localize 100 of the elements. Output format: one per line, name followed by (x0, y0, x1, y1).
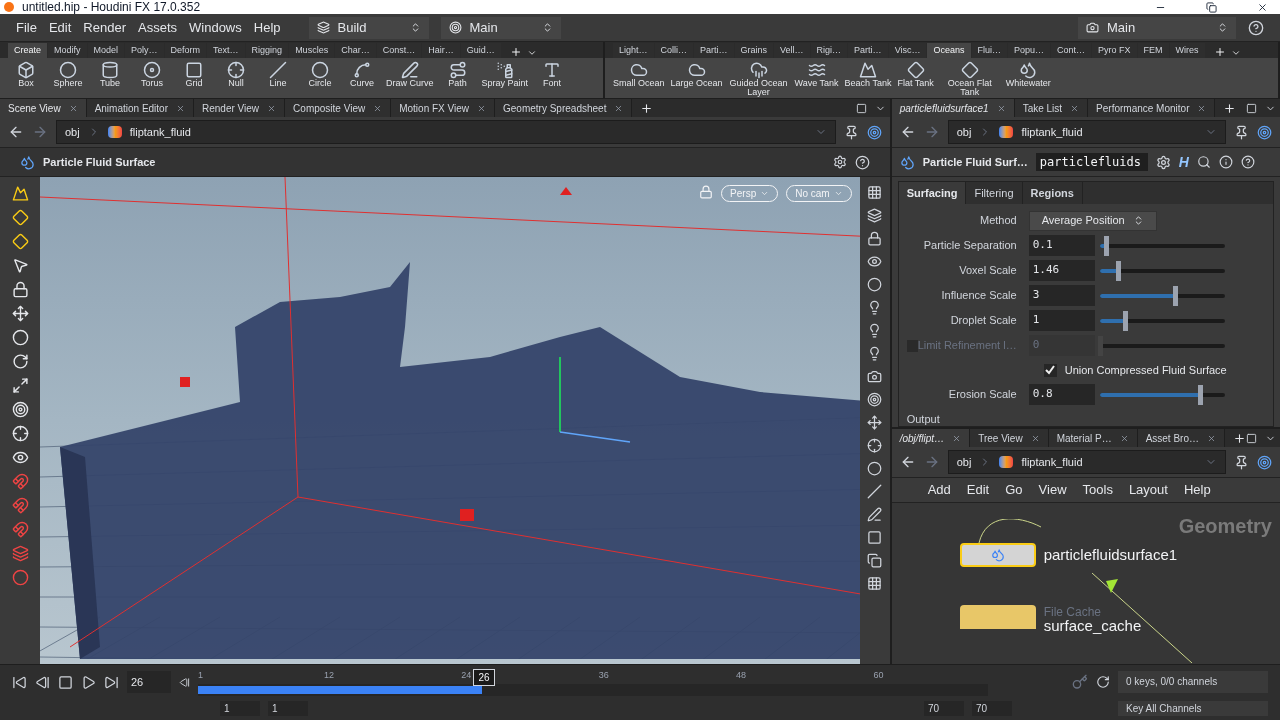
shelf-tool[interactable]: Sphere (50, 61, 86, 88)
mountain-icon[interactable] (11, 185, 29, 202)
take-dropdown[interactable]: Main (1078, 16, 1236, 39)
lock-icon[interactable] (11, 281, 29, 298)
value-field[interactable]: 1 (1028, 310, 1095, 331)
path-field[interactable]: obj fliptank_fluid (56, 120, 836, 144)
shelf-tool[interactable]: Beach Tank (844, 61, 892, 88)
shelf-tool[interactable]: Whitewater (1005, 61, 1051, 88)
dot-icon[interactable] (867, 461, 883, 476)
pin-icon[interactable] (1234, 454, 1249, 470)
end-frame-field[interactable]: 70 (972, 700, 1012, 716)
camera-icon[interactable] (867, 369, 883, 384)
path-root[interactable]: obj (956, 123, 972, 141)
node-name[interactable]: particlefluidsurface1 (1043, 543, 1178, 567)
shelf-tool[interactable]: Curve (344, 61, 380, 88)
context-dropdown[interactable]: Main (440, 16, 561, 39)
shelf-menu-icon[interactable] (1230, 48, 1241, 58)
display-options-icon[interactable] (832, 155, 847, 169)
magnet-icon[interactable] (11, 497, 29, 514)
square-icon[interactable] (867, 530, 883, 545)
menu-item[interactable]: Assets (138, 17, 177, 38)
pane-tab[interactable]: particlefluidsurface1 (891, 99, 1015, 117)
node-name-field[interactable]: particlefluids (1035, 153, 1148, 171)
menu-item[interactable]: Help (253, 17, 281, 38)
pane-tab[interactable]: Animation Editor (86, 99, 194, 117)
crosshair-icon[interactable] (11, 425, 29, 442)
parameter-tab[interactable]: Surfacing (898, 182, 967, 204)
node-name[interactable]: surface_cache (1043, 619, 1142, 633)
path-node[interactable]: fliptank_fluid (1021, 453, 1083, 471)
slider-thumb[interactable] (1172, 285, 1178, 306)
shelf-tool[interactable]: Tube (92, 61, 128, 88)
refresh-icon[interactable] (1096, 675, 1110, 689)
slider-track[interactable] (1099, 310, 1225, 331)
pane-tab[interactable]: Tree View (970, 429, 1049, 447)
slider-track[interactable] (1099, 285, 1225, 306)
step-back-icon[interactable] (35, 674, 50, 690)
path-root[interactable]: obj (956, 453, 972, 471)
slider-track[interactable] (1099, 260, 1225, 281)
slider-track[interactable] (1099, 335, 1225, 356)
current-frame-marker[interactable]: 26 (473, 669, 495, 686)
pane-tab[interactable]: Geometry Spreadsheet (495, 99, 633, 117)
shelf-tool[interactable]: Null (218, 61, 254, 88)
info-icon[interactable] (1218, 155, 1233, 169)
path-root[interactable]: obj (65, 123, 80, 141)
add-tab-icon[interactable] (1233, 432, 1246, 445)
search-icon[interactable] (1196, 155, 1211, 169)
network-canvas[interactable]: Geometry particlefluidsurface1 File Cache surface_cache (891, 503, 1280, 664)
gear-icon[interactable] (1155, 154, 1171, 170)
path-field[interactable]: obj fliptank_fluid (947, 450, 1226, 474)
menu-item[interactable]: Tools (1082, 480, 1113, 500)
eye-icon[interactable] (11, 449, 29, 466)
slider-thumb[interactable] (1116, 260, 1122, 281)
value-field[interactable]: 1.46 (1028, 260, 1095, 281)
maximize-icon[interactable] (1246, 433, 1257, 444)
diamond-icon[interactable] (11, 209, 29, 226)
maximize-icon[interactable] (1246, 103, 1257, 114)
line-icon[interactable] (867, 484, 883, 499)
pane-tab[interactable]: Composite View (285, 99, 392, 117)
value-field[interactable]: 3 (1028, 285, 1095, 306)
timeline-track[interactable]: 1 12 24 26 36 48 60 (198, 667, 988, 697)
parameter-tab[interactable]: Regions (1022, 182, 1083, 204)
shelf-tool[interactable]: Ocean Flat Tank (939, 61, 1000, 97)
move-icon[interactable] (11, 305, 29, 322)
step-back-icon[interactable] (179, 676, 190, 688)
value-field[interactable]: 0.1 (1028, 235, 1095, 256)
add-tab-icon[interactable] (640, 102, 654, 115)
path-node[interactable]: fliptank_fluid (129, 123, 191, 141)
pen-icon[interactable] (867, 507, 883, 522)
magnet-icon[interactable] (11, 521, 29, 538)
shelf-tab[interactable]: Create (8, 43, 47, 58)
desktop-dropdown[interactable]: Build (308, 16, 429, 39)
start-frame-field[interactable]: 1 (268, 700, 308, 716)
pane-tab[interactable]: Scene View (0, 99, 87, 117)
shelf-tool[interactable]: Circle (302, 61, 338, 88)
layers-icon[interactable] (867, 208, 883, 223)
checkbox[interactable] (1043, 363, 1057, 377)
pane-tab[interactable]: Motion FX View (391, 99, 495, 117)
add-shelf-icon[interactable] (1213, 46, 1226, 58)
add-shelf-icon[interactable] (509, 46, 522, 58)
shelf-tool[interactable]: Box (8, 61, 44, 88)
shelf-tool[interactable]: Torus (134, 61, 170, 88)
help-icon[interactable] (1240, 155, 1255, 169)
slider-thumb[interactable] (1122, 310, 1128, 331)
magnet-icon[interactable] (11, 473, 29, 490)
shelf-tool[interactable]: Path (439, 61, 476, 88)
back-icon[interactable] (8, 124, 24, 140)
target-icon[interactable] (1257, 454, 1272, 470)
help-icon[interactable] (854, 154, 870, 170)
pin-icon[interactable] (1234, 124, 1249, 140)
houdini-h-button[interactable]: H (1178, 151, 1189, 173)
eye-icon[interactable] (867, 254, 883, 269)
diamond-icon[interactable] (11, 233, 29, 250)
method-dropdown[interactable]: Average Position (1028, 210, 1157, 231)
maximize-icon[interactable] (855, 103, 867, 114)
menu-item[interactable]: Edit (48, 17, 72, 38)
stop-icon[interactable] (58, 674, 73, 690)
pane-tab[interactable]: Performance Monitor (1088, 99, 1216, 117)
parameter-tab[interactable]: Filtering (966, 182, 1023, 204)
shelf-tool[interactable]: Large Ocean (670, 61, 723, 88)
pointer-icon[interactable] (11, 257, 29, 274)
